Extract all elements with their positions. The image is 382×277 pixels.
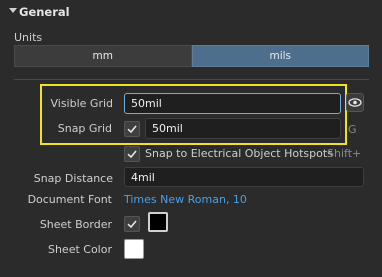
- section-header-general[interactable]: General: [0, 0, 382, 26]
- snap-grid-input[interactable]: 50mil: [145, 118, 341, 139]
- snap-hotspots-checkbox[interactable]: [124, 146, 140, 162]
- check-icon: [127, 150, 137, 159]
- check-icon: [127, 220, 137, 229]
- units-mm-button[interactable]: mm: [14, 45, 192, 67]
- snap-hotspots-shortcut: Shift+: [327, 147, 362, 160]
- sheet-border-label: Sheet Border: [39, 218, 112, 231]
- sheet-color-label: Sheet Color: [47, 243, 112, 256]
- visible-grid-input[interactable]: 50mil: [124, 93, 341, 114]
- snap-grid-checkbox[interactable]: [124, 121, 140, 137]
- sheet-color-swatch[interactable]: [124, 239, 144, 259]
- document-font-link[interactable]: Times New Roman, 10: [124, 193, 247, 206]
- eye-icon: [348, 98, 362, 107]
- divider: [14, 79, 369, 80]
- units-label: Units: [14, 31, 43, 44]
- units-mils-button[interactable]: mils: [191, 45, 369, 67]
- snap-hotspots-label: Snap to Electrical Object Hotspots: [145, 147, 333, 160]
- snap-grid-shortcut: G: [348, 123, 357, 136]
- snap-distance-label: Snap Distance: [33, 172, 113, 185]
- snap-grid-label: Snap Grid: [57, 122, 112, 135]
- document-font-label: Document Font: [27, 193, 112, 206]
- sheet-border-color-swatch[interactable]: [148, 212, 168, 232]
- eye-toggle-button[interactable]: [346, 93, 364, 112]
- sheet-border-checkbox[interactable]: [124, 216, 140, 232]
- section-title: General: [19, 5, 70, 19]
- visible-grid-label: Visible Grid: [50, 97, 113, 110]
- units-segmented-control: mm mils: [14, 45, 369, 67]
- snap-distance-input[interactable]: 4mil: [124, 167, 364, 187]
- caret-down-icon[interactable]: [9, 8, 17, 13]
- check-icon: [127, 125, 137, 134]
